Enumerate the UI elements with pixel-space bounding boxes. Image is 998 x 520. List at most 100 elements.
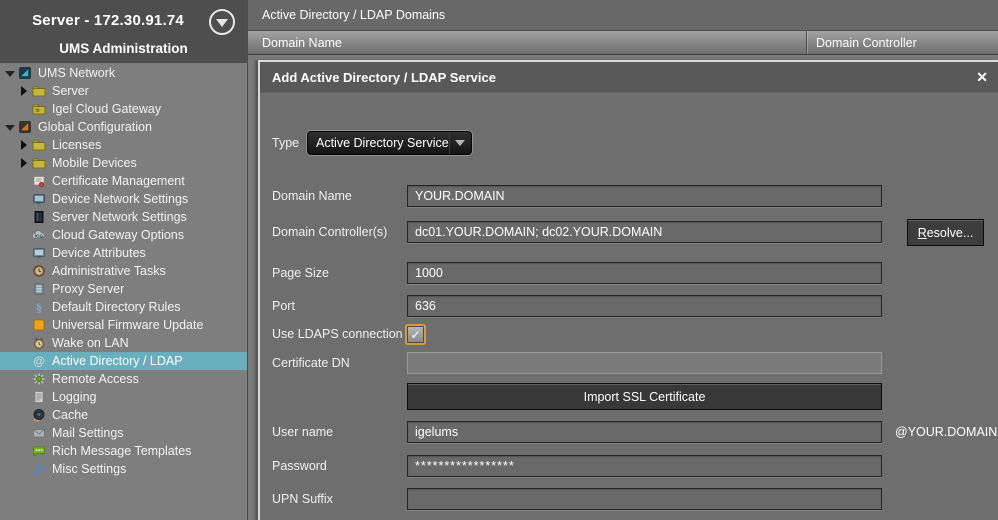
sidebar-item-global-configuration[interactable]: Global Configuration bbox=[0, 118, 247, 136]
arrow-spacer bbox=[18, 175, 30, 187]
monitor-icon bbox=[32, 246, 46, 260]
use-ldaps-label: Use LDAPS connection bbox=[272, 323, 404, 345]
sidebar-item-default-directory-rules[interactable]: § Default Directory Rules bbox=[0, 298, 247, 316]
sidebar-item-proxy-server[interactable]: Proxy Server bbox=[0, 280, 247, 298]
certificate-dn-label: Certificate DN bbox=[272, 352, 404, 374]
sidebar-item-label: Device Network Settings bbox=[52, 192, 188, 206]
folder-icon bbox=[32, 138, 46, 152]
panel-title: Active Directory / LDAP Domains bbox=[248, 0, 998, 31]
sidebar-item-label: Certificate Management bbox=[52, 174, 185, 188]
arrow-spacer bbox=[18, 391, 30, 403]
sidebar-item-igel-cloud-gateway[interactable]: Igel Cloud Gateway bbox=[0, 100, 247, 118]
wrench-icon bbox=[32, 462, 46, 476]
page-size-label: Page Size bbox=[272, 262, 404, 284]
sidebar-item-label: Igel Cloud Gateway bbox=[52, 102, 161, 116]
column-header-domain-controller[interactable]: Domain Controller bbox=[807, 31, 917, 54]
port-input[interactable] bbox=[407, 295, 882, 317]
icg-cloud-icon: ICG bbox=[32, 228, 46, 242]
arrow-spacer bbox=[18, 103, 30, 115]
global-configuration-icon bbox=[18, 120, 32, 134]
collapse-arrow-icon[interactable] bbox=[4, 67, 16, 79]
sidebar-item-misc-settings[interactable]: Misc Settings bbox=[0, 460, 247, 478]
monitor-icon bbox=[32, 192, 46, 206]
sidebar-item-label: Global Configuration bbox=[38, 120, 152, 134]
remote-access-icon bbox=[32, 372, 46, 386]
log-document-icon bbox=[32, 390, 46, 404]
collapse-arrow-icon[interactable] bbox=[4, 121, 16, 133]
resolve-button-accelerator: R bbox=[918, 226, 927, 240]
user-name-input[interactable] bbox=[407, 421, 882, 443]
sidebar-item-ums-network[interactable]: UMS Network bbox=[0, 64, 247, 82]
page-size-input[interactable] bbox=[407, 262, 882, 284]
sidebar-item-label: Wake on LAN bbox=[52, 336, 129, 350]
ums-administration-window: Server - 172.30.91.74 UMS Administration… bbox=[0, 0, 998, 520]
resolve-button[interactable]: Resolve... bbox=[907, 219, 984, 246]
sidebar-item-cache[interactable]: Cache bbox=[0, 406, 247, 424]
sidebar-item-certificate-management[interactable]: Certificate Management bbox=[0, 172, 247, 190]
sidebar-item-device-attributes[interactable]: Device Attributes bbox=[0, 244, 247, 262]
directory-rules-icon: § bbox=[32, 300, 46, 314]
domain-name-input[interactable] bbox=[407, 185, 882, 207]
certificate-icon bbox=[32, 174, 46, 188]
sidebar-item-label: Logging bbox=[52, 390, 97, 404]
add-ad-ldap-service-dialog: Add Active Directory / LDAP Service ✕ Ty… bbox=[258, 60, 998, 520]
sidebar-item-label: Cache bbox=[52, 408, 88, 422]
upn-suffix-input[interactable] bbox=[407, 488, 882, 510]
sidebar-item-universal-firmware-update[interactable]: Universal Firmware Update bbox=[0, 316, 247, 334]
sidebar-item-mobile-devices[interactable]: Mobile Devices bbox=[0, 154, 247, 172]
sidebar-item-label: Active Directory / LDAP bbox=[52, 354, 183, 368]
sidebar-item-cloud-gateway-options[interactable]: ICG Cloud Gateway Options bbox=[0, 226, 247, 244]
sidebar-item-remote-access[interactable]: Remote Access bbox=[0, 370, 247, 388]
use-ldaps-checkbox[interactable]: ✓ bbox=[407, 326, 424, 343]
sidebar-item-wake-on-lan[interactable]: Wake on LAN bbox=[0, 334, 247, 352]
arrow-spacer bbox=[18, 193, 30, 205]
arrow-spacer bbox=[18, 355, 30, 367]
server-title: Server - 172.30.91.74 bbox=[8, 12, 208, 29]
sidebar-item-label: Universal Firmware Update bbox=[52, 318, 203, 332]
import-ssl-certificate-label: Import SSL Certificate bbox=[584, 390, 706, 404]
proxy-icon bbox=[32, 282, 46, 296]
sidebar-item-label: Device Attributes bbox=[52, 246, 146, 260]
arrow-spacer bbox=[18, 463, 30, 475]
svg-text:§: § bbox=[36, 301, 42, 315]
sidebar-item-label: Server Network Settings bbox=[52, 210, 187, 224]
sidebar-item-label: Misc Settings bbox=[52, 462, 126, 476]
sidebar-item-mail-settings[interactable]: Mail Settings bbox=[0, 424, 247, 442]
sidebar-item-server-network-settings[interactable]: Server Network Settings bbox=[0, 208, 247, 226]
arrow-spacer bbox=[18, 337, 30, 349]
at-sign-icon: @ bbox=[32, 354, 46, 368]
password-input[interactable] bbox=[407, 455, 882, 477]
sidebar-item-rich-message-templates[interactable]: Rich Message Templates bbox=[0, 442, 247, 460]
sidebar-item-device-network-settings[interactable]: Device Network Settings bbox=[0, 190, 247, 208]
type-dropdown[interactable]: Active Directory Service bbox=[307, 131, 472, 155]
sidebar-item-licenses[interactable]: Licenses bbox=[0, 136, 247, 154]
folder-icon bbox=[32, 102, 46, 116]
domain-controllers-input[interactable] bbox=[407, 221, 882, 243]
arrow-spacer bbox=[18, 373, 30, 385]
admin-title: UMS Administration bbox=[0, 41, 247, 56]
domain-controllers-label: Domain Controller(s) bbox=[272, 221, 404, 243]
svg-text:@: @ bbox=[33, 354, 45, 368]
server-dropdown-button[interactable] bbox=[209, 9, 235, 35]
sidebar-item-administrative-tasks[interactable]: Administrative Tasks bbox=[0, 262, 247, 280]
dropdown-arrow-icon[interactable] bbox=[449, 132, 471, 154]
arrow-spacer bbox=[18, 211, 30, 223]
sidebar-item-logging[interactable]: Logging bbox=[0, 388, 247, 406]
arrow-spacer bbox=[18, 229, 30, 241]
navigation-sidebar: Server - 172.30.91.74 UMS Administration… bbox=[0, 0, 248, 520]
expand-arrow-icon[interactable] bbox=[18, 157, 30, 169]
import-ssl-certificate-button[interactable]: Import SSL Certificate bbox=[407, 383, 882, 410]
expand-arrow-icon[interactable] bbox=[18, 85, 30, 97]
resolve-button-label: esolve... bbox=[927, 226, 974, 240]
user-name-domain-suffix: @YOUR.DOMAIN bbox=[895, 421, 997, 443]
ums-network-icon bbox=[18, 66, 32, 80]
column-header-domain-name[interactable]: Domain Name bbox=[248, 31, 807, 54]
sidebar-item-active-directory-ldap[interactable]: @ Active Directory / LDAP bbox=[0, 352, 247, 370]
sidebar-header: Server - 172.30.91.74 UMS Administration bbox=[0, 0, 247, 63]
clock-icon bbox=[32, 264, 46, 278]
sidebar-item-label: Server bbox=[52, 84, 89, 98]
expand-arrow-icon[interactable] bbox=[18, 139, 30, 151]
sidebar-item-label: Mail Settings bbox=[52, 426, 124, 440]
sidebar-item-server[interactable]: Server bbox=[0, 82, 247, 100]
password-label: Password bbox=[272, 455, 404, 477]
